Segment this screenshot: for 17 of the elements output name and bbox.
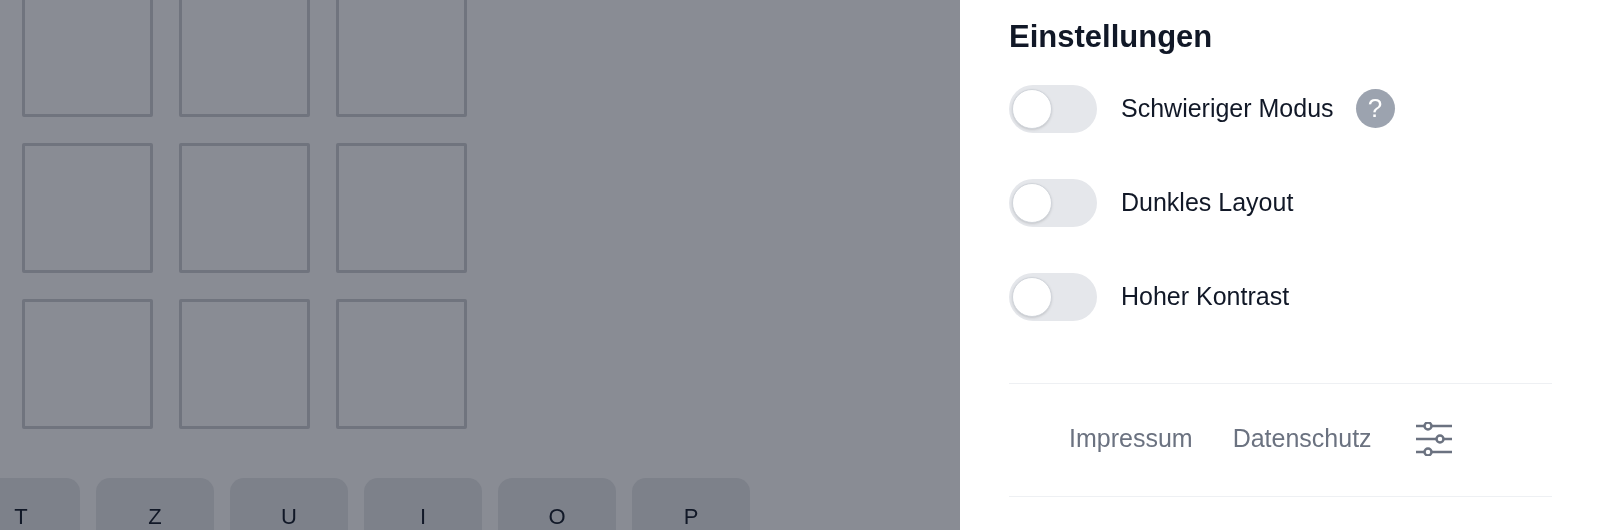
toggle-switch[interactable] (1009, 84, 1097, 133)
keyboard-key[interactable]: T (0, 478, 80, 530)
setting-label: Schwieriger Modus (1121, 93, 1334, 124)
toggle-switch[interactable] (1009, 272, 1097, 321)
keyboard-key[interactable]: Z (96, 478, 214, 530)
setting-label: Hoher Kontrast (1121, 281, 1290, 312)
settings-title: Einstellungen (1009, 18, 1213, 56)
keyboard-key[interactable]: I (364, 478, 482, 530)
footer-link[interactable]: Impressum (1069, 420, 1193, 458)
keyboard-key[interactable]: O (498, 478, 616, 530)
help-icon[interactable]: ? (1355, 89, 1395, 129)
toggle-switch[interactable] (1009, 178, 1097, 227)
keyboard-key[interactable]: U (230, 478, 348, 530)
sliders-icon[interactable] (1415, 421, 1452, 456)
setting-label: Dunkles Layout (1121, 187, 1294, 218)
footer-link[interactable]: Datenschutz (1232, 420, 1372, 458)
keyboard-key[interactable]: P (632, 478, 750, 530)
